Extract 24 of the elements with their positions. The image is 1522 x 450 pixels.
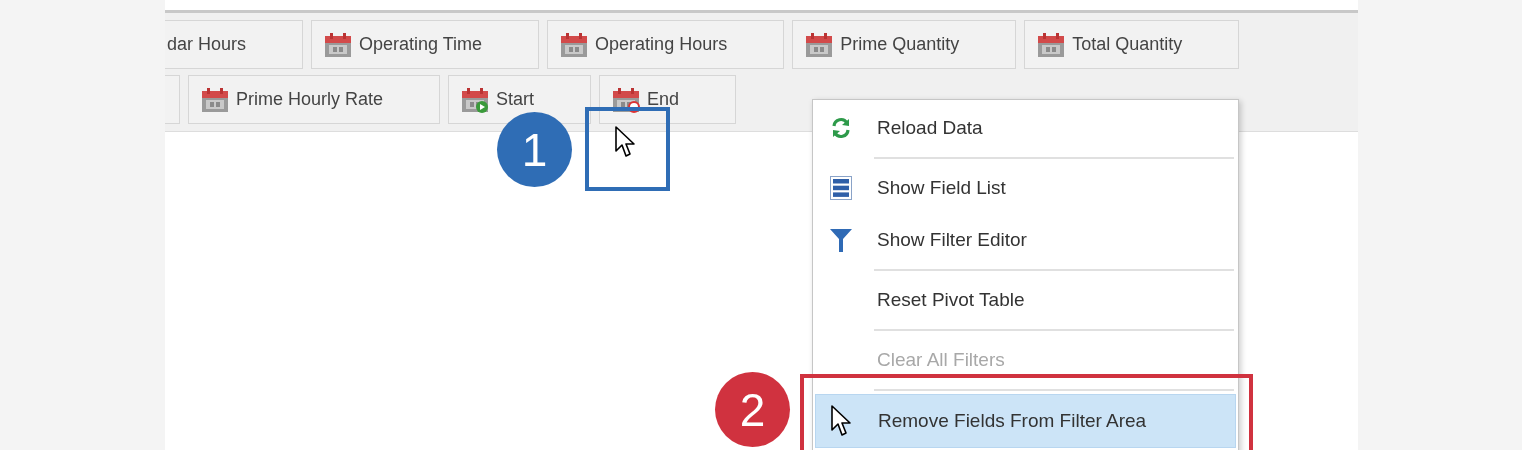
menu-item[interactable]: Reset Pivot Table xyxy=(815,274,1236,326)
menu-item[interactable]: Remove Fields From Filter Area xyxy=(815,394,1236,448)
refresh-icon xyxy=(830,117,852,139)
field-chip[interactable]: Prime Quantity xyxy=(792,20,1017,69)
field-chip[interactable]: Operating Time xyxy=(311,20,540,69)
field-chip[interactable] xyxy=(165,75,180,124)
menu-item[interactable]: Show Filter Editor xyxy=(815,214,1236,266)
filter-icon xyxy=(830,228,852,252)
field-chip[interactable]: End xyxy=(599,75,737,124)
calendar-icon xyxy=(805,31,834,58)
calendar-icon xyxy=(324,31,353,58)
field-chip[interactable]: Total Quantity xyxy=(1024,20,1240,69)
field-chip[interactable]: Operating Hours xyxy=(547,20,785,69)
calendar-icon xyxy=(560,31,589,58)
field-chip[interactable]: dar Hours xyxy=(165,20,304,69)
calendar-icon xyxy=(201,86,229,113)
field-chip[interactable]: Prime Hourly Rate xyxy=(188,75,441,124)
list-icon xyxy=(830,176,852,200)
cursor-icon xyxy=(831,405,853,437)
menu-item[interactable]: Reload Data xyxy=(815,102,1236,154)
calendar-icon xyxy=(1037,31,1066,58)
cursor-icon xyxy=(615,126,637,158)
menu-item[interactable]: Show Field List xyxy=(815,162,1236,214)
calendar-icon xyxy=(461,86,490,113)
